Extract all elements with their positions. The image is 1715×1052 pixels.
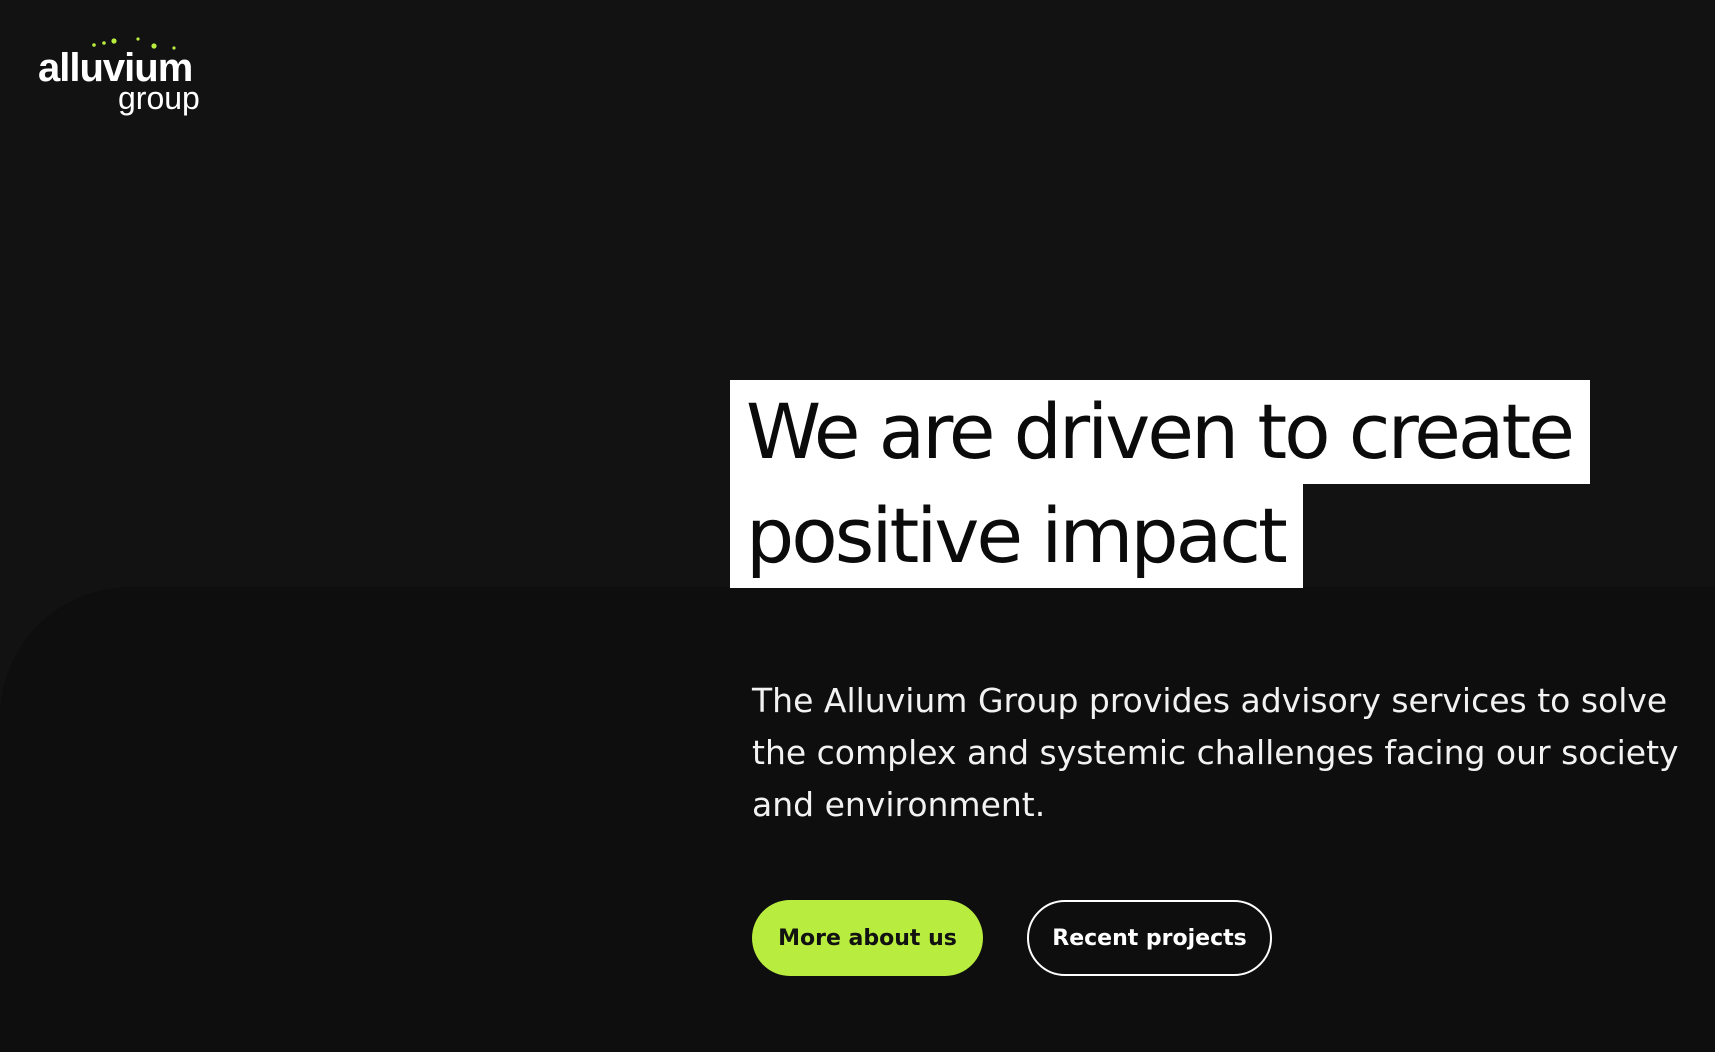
logo-wordmark-sub: group	[118, 80, 200, 116]
hero-headline: We are driven to create positive impact	[730, 380, 1591, 588]
hero-intro-text: The Alluvium Group provides advisory ser…	[752, 681, 1679, 824]
recent-projects-button[interactable]: Recent projects	[1027, 900, 1272, 976]
hero-headline-line-2: positive impact	[730, 484, 1303, 588]
more-about-us-button[interactable]: More about us	[752, 900, 983, 976]
alluvium-group-logo[interactable]: alluvium group	[38, 36, 218, 126]
hero-headline-line-1: We are driven to create	[730, 380, 1591, 484]
